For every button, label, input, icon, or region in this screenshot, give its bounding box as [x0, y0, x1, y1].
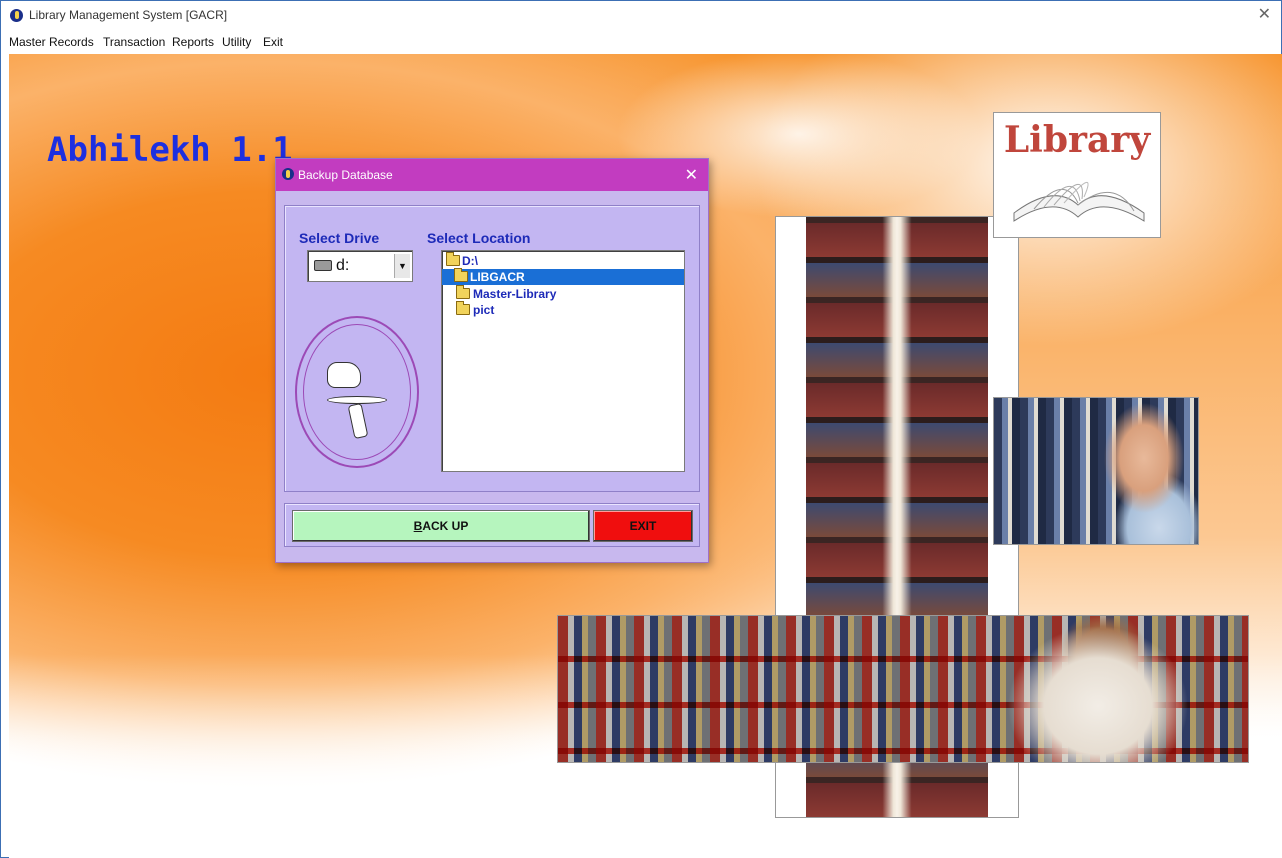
open-book-icon — [1013, 181, 1145, 222]
menu-exit[interactable]: Exit — [263, 35, 283, 49]
menu-utility[interactable]: Utility — [222, 35, 251, 49]
drive-select[interactable]: d: ▼ — [307, 250, 413, 282]
main-desktop: Abhilekh 1.1 Library Backup Database ✕ S… — [9, 54, 1282, 858]
woman-reading-photo — [557, 615, 1249, 763]
chevron-down-icon[interactable]: ▼ — [394, 254, 410, 278]
waiter-serving-icon — [295, 316, 419, 468]
window-title: Library Management System [GACR] — [29, 8, 228, 22]
brand-title: Abhilekh 1.1 — [47, 130, 293, 170]
dialog-app-icon — [282, 168, 294, 180]
location-label: D:\ — [462, 254, 478, 268]
menu-bar: Master Records Transaction Reports Utili… — [1, 31, 1281, 53]
hand-icon — [327, 362, 361, 388]
folder-icon — [456, 301, 470, 315]
select-drive-label: Select Drive — [299, 230, 380, 246]
location-label: Master-Library — [473, 287, 557, 301]
app-window: Library Management System [GACR] ✕ Maste… — [0, 0, 1282, 858]
menu-reports[interactable]: Reports — [172, 35, 214, 49]
backup-database-dialog: Backup Database ✕ Select Drive Select Lo… — [275, 158, 709, 563]
location-item-master-library[interactable]: Master-Library — [442, 285, 684, 302]
select-location-label: Select Location — [427, 230, 531, 246]
dialog-title: Backup Database — [298, 168, 393, 182]
folder-icon — [456, 285, 470, 299]
location-item-root[interactable]: D:\ — [442, 252, 684, 269]
dialog-title-bar[interactable]: Backup Database ✕ — [276, 159, 708, 191]
open-folder-icon — [454, 268, 468, 282]
selection-panel: Select Drive Select Location d: ▼ D:\ LI… — [284, 205, 700, 492]
open-folder-icon — [446, 252, 460, 266]
location-label: LIBGACR — [470, 270, 525, 284]
exit-button[interactable]: EXIT — [593, 510, 693, 542]
location-item-libgacr[interactable]: LIBGACR — [442, 268, 684, 285]
menu-transaction[interactable]: Transaction — [103, 35, 165, 49]
close-icon[interactable]: ✕ — [1258, 4, 1271, 24]
title-bar: Library Management System [GACR] ✕ — [1, 1, 1281, 31]
drive-value: d: — [336, 257, 350, 274]
waiter-icon-inner-ring — [303, 324, 411, 460]
dialog-close-icon[interactable]: ✕ — [685, 165, 698, 185]
location-item-pict[interactable]: pict — [442, 301, 684, 318]
app-icon — [10, 9, 23, 22]
button-panel: BACK UP EXIT — [284, 503, 700, 547]
drive-icon — [314, 260, 332, 271]
library-logo: Library — [993, 112, 1161, 238]
location-label: pict — [473, 303, 495, 317]
student-browsing-photo — [993, 397, 1199, 545]
backup-button[interactable]: BACK UP — [292, 510, 590, 542]
menu-master-records[interactable]: Master Records — [9, 35, 94, 49]
location-tree[interactable]: D:\ LIBGACR Master-Library pict — [441, 250, 685, 472]
